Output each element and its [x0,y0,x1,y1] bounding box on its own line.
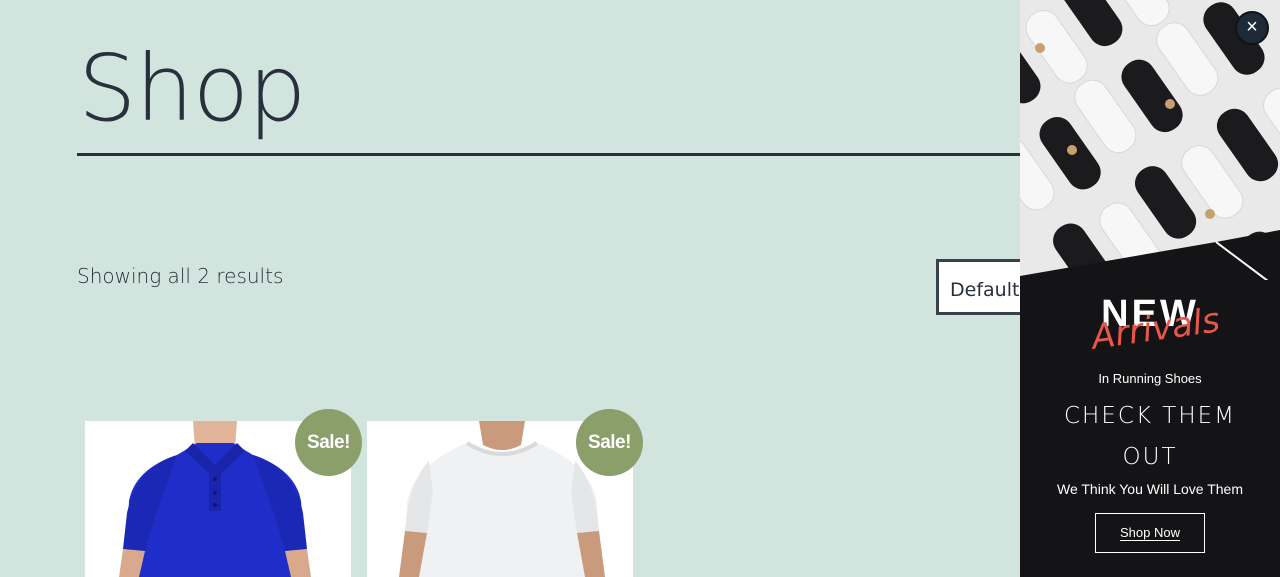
check-them-out: CHECK THEM OUT [1050,396,1250,478]
subline: In Running Shoes [1098,371,1202,386]
page-title: Shop [78,35,306,142]
title-divider [77,153,1020,156]
shop-now-button[interactable]: Shop Now [1095,513,1205,553]
check-line-2: OUT [1122,444,1178,470]
result-count: Showing all 2 results [77,264,284,288]
close-icon[interactable]: × [1235,11,1269,45]
shoes-photo [1020,0,1280,280]
promo-popup: NEW Arrivals In Running Shoes CHECK THEM… [1020,0,1280,577]
shop-now-label: Shop Now [1120,525,1180,541]
sale-badge: Sale! [295,409,362,476]
sale-badge: Sale! [576,409,643,476]
check-line-1: CHECK THEM [1063,403,1237,429]
tagline: We Think You Will Love Them [1057,481,1243,497]
